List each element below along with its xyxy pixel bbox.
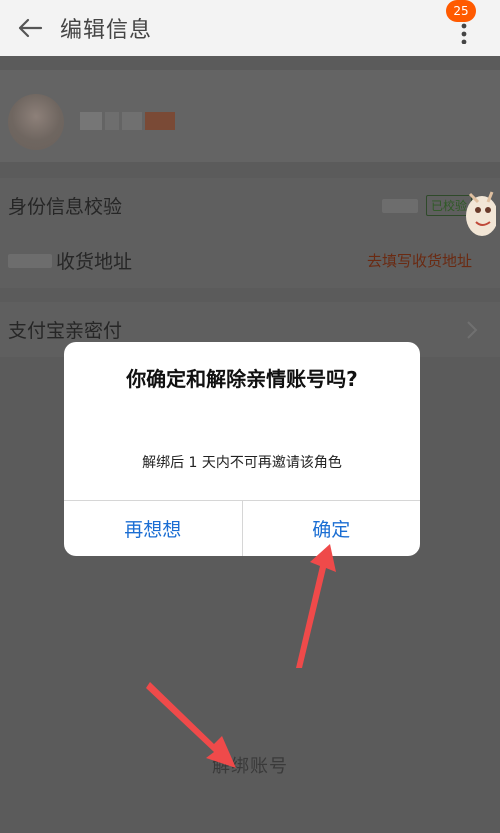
alipay-intimate-pay-label: 支付宝亲密付: [8, 320, 123, 342]
shipping-address-label: 收货地址: [56, 251, 133, 273]
dialog-actions: 再想想 确定: [64, 500, 420, 556]
page-title: 编辑信息: [60, 18, 153, 43]
chevron-right-icon: [466, 320, 478, 340]
blurred-value: [381, 198, 418, 213]
info-list: 身份信息校验 已校验 收货地址 去填写收货地址 支付宝亲密付: [0, 178, 500, 357]
unbind-account-button[interactable]: 解绑账号: [0, 752, 500, 778]
dialog-title: 你确定和解除亲情账号吗?: [126, 367, 358, 391]
unbind-confirm-dialog: 你确定和解除亲情账号吗? 解绑后 1 天内不可再邀请该角色 再想想 确定: [64, 342, 420, 556]
notification-badge: 25: [446, 0, 476, 22]
confirm-button[interactable]: 确定: [241, 501, 421, 556]
avatar: [8, 94, 64, 150]
identity-verification-label: 身份信息校验: [8, 196, 123, 218]
fill-address-link[interactable]: 去填写收货地址: [367, 250, 472, 271]
identity-verification-row[interactable]: 身份信息校验 已校验: [0, 178, 500, 233]
profile-row[interactable]: [0, 70, 500, 162]
arrow-left-icon[interactable]: [0, 0, 60, 56]
mascot-icon[interactable]: [460, 186, 498, 246]
name-blurred: [80, 112, 175, 130]
shipping-address-row[interactable]: 收货地址 去填写收货地址: [0, 233, 500, 288]
dialog-message: 解绑后 1 天内不可再邀请该角色: [142, 455, 342, 471]
blurred-prefix: [8, 253, 52, 268]
app-header: 编辑信息 25: [0, 0, 500, 56]
cancel-button[interactable]: 再想想: [64, 501, 242, 556]
